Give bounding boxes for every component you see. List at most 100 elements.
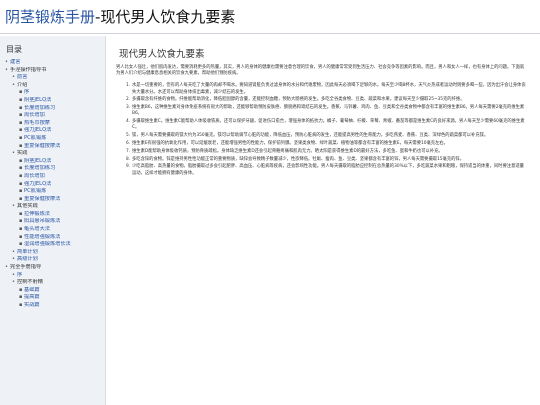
toc-item[interactable]: ▪ 热毛巾按摩 xyxy=(0,120,105,128)
toc-item[interactable]: ▪ 性能增强锻炼法 xyxy=(0,234,105,242)
toc-item[interactable]: • 前言 xyxy=(0,74,105,82)
toc-item[interactable]: ▪ 周长增加 xyxy=(0,173,105,181)
toc-link[interactable]: 高级计划 xyxy=(17,256,38,262)
list-item-text: 维生素D能帮助身体吸收钙质，预防骨质疏松。身体缺乏维生素D还会引起骨骼疼痛和肌肉… xyxy=(132,148,443,154)
list-item-number: 8. xyxy=(126,156,131,162)
list-item-text: 维生素E有很强的抗氧化作用，可以延缓衰老，还能增强男性的性能力，保护前列腺。坚果… xyxy=(132,141,448,146)
toc-label: 其他实践 xyxy=(17,203,38,210)
toc-item: • 实践 xyxy=(0,150,105,158)
list-item-number: 4. xyxy=(126,119,131,125)
toc-link[interactable]: 周长增加 xyxy=(24,112,45,118)
toc-item[interactable]: ▪ 实战篇 xyxy=(0,302,105,310)
toc-link[interactable]: 热毛巾按摩 xyxy=(24,120,50,126)
toc-link[interactable]: 阴茎JELQ法 xyxy=(24,158,51,164)
list-item-number: 2. xyxy=(126,97,131,103)
toc-item[interactable]: ▪ 湿润增强锻炼增长法 xyxy=(0,241,105,249)
toc-item[interactable]: • 建言 xyxy=(0,59,105,67)
toc-link[interactable]: 阳具悬吊锻炼法 xyxy=(24,218,60,224)
list-item: 2. 多摄取含有纤维的食物。纤维能帮助消化，降低胆固醇的含量，还能控制血糖，预防大… xyxy=(126,97,528,103)
toc-item[interactable]: ▪ 阴茎JELQ法 xyxy=(0,158,105,166)
toc-item[interactable]: ▪ 基础篇 xyxy=(0,287,105,295)
list-item: 8. 多吃含锌的食物。锌是维持男性性功能正常的重要物质，缺锌会导致精子数量减少，性… xyxy=(126,157,528,163)
toc-link[interactable]: 重复保健按摩法 xyxy=(24,143,60,149)
toc-link[interactable]: 长度增加练习 xyxy=(24,105,55,111)
toc-link[interactable]: 提高篇 xyxy=(24,294,40,300)
toc-item: • 手淫操作指导书 xyxy=(0,67,105,75)
toc-item[interactable]: • 高级计划 xyxy=(0,256,105,264)
toc-item[interactable]: ▪ 强力JELQ法 xyxy=(0,127,105,135)
list-item-text: 多摄取维生素C。维生素C能帮助人体吸收铁质，还可以保护牙龈，促进伤口愈合，增强身… xyxy=(132,119,525,131)
content-title: 现代男人饮食九要素 xyxy=(119,49,205,60)
toc-link[interactable]: 序 xyxy=(24,89,29,95)
toc-link[interactable]: 序 xyxy=(17,272,22,278)
toc-link[interactable]: 性能增强锻炼法 xyxy=(24,234,60,240)
toc-item[interactable]: ▪ 长度增加练习 xyxy=(0,165,105,173)
toc-label: 控制不射精 xyxy=(17,279,43,286)
toc-item[interactable]: ▪ 长度增加练习 xyxy=(0,105,105,113)
toc-title: 目录 xyxy=(6,45,22,54)
list-item: 3. 维生素B6，这种维生素对身体免疫系统有很大的帮助，还能够帮助预防皮肤癌、膀胱… xyxy=(126,105,528,117)
toc-list: • 建言 • 手淫操作指导书 • 前言 • 介绍 ▪ 序 ▪ 阴茎JELQ法 ▪ 长度增加练习 ▪ 周长增加 ▪… xyxy=(0,59,105,310)
site-name-link[interactable]: 阴茎锻炼手册 xyxy=(5,8,95,26)
toc-label: 手淫操作指导书 xyxy=(10,66,47,73)
site-title: 阴茎锻炼手册-现代男人饮食九要素 xyxy=(5,6,235,27)
toc-link[interactable]: 周长增加 xyxy=(24,173,45,179)
toc-item[interactable]: ▪ 强力JELQ法 xyxy=(0,181,105,189)
toc-link[interactable]: 龟头增大法 xyxy=(24,226,50,232)
toc-label: 介绍 xyxy=(17,81,28,88)
list-item-number: 3. xyxy=(126,105,131,111)
list-item-text: 多摄取含有纤维的食物。纤维能帮助消化，降低胆固醇的含量，还能控制血糖，预防大肠癌… xyxy=(132,97,465,103)
toc-item[interactable]: • 简单计划 xyxy=(0,249,105,257)
toc-link[interactable]: 阴茎JELQ法 xyxy=(24,97,51,103)
toc-link[interactable]: PC肌锻炼 xyxy=(24,188,46,194)
main-content: 现代男人饮食九要素 男人比女人强壮，他们肌肉发达，需要消耗更多的热量，其实，男人… xyxy=(112,40,534,400)
toc-link[interactable]: PC肌锻炼 xyxy=(24,135,46,141)
content-list: 1. 水是一切重要的，但有的人每天吃了大量的肉却不喝水。要知道肾脏负责过滤身体的水… xyxy=(112,83,534,176)
toc-link[interactable]: 长度增加练习 xyxy=(24,165,55,171)
toc-link[interactable]: 基础篇 xyxy=(24,287,40,293)
toc-link[interactable]: 强力JELQ法 xyxy=(24,127,51,133)
toc-item[interactable]: ▪ 重复保健按摩法 xyxy=(0,143,105,151)
list-item-number: 5. xyxy=(126,133,131,139)
toc-link[interactable]: 强力JELQ法 xyxy=(24,181,51,187)
list-item: 4. 多摄取维生素C。维生素C能帮助人体吸收铁质，还可以保护牙龈，促进伤口愈合，增… xyxy=(126,119,528,131)
toc-item[interactable]: ▪ 序 xyxy=(0,89,105,97)
toc-item[interactable]: ▪ PC肌锻炼 xyxy=(0,135,105,143)
toc-sidebar: 目录 • 建言 • 手淫操作指导书 • 前言 • 介绍 ▪ 序 ▪ 阴茎JELQ法 ▪ 长度增加练习 ▪ 周长… xyxy=(0,36,106,405)
toc-link[interactable]: 湿润增强锻炼增长法 xyxy=(24,241,71,247)
list-item-text: 镁，男人每天需要摄取的镁大约为350毫克。镁可以帮助调节心脏的功能，降低血压，预… xyxy=(132,133,489,139)
toc-link[interactable]: 重复保健按摩法 xyxy=(24,196,60,202)
toc-item[interactable]: ▪ 龟头增大法 xyxy=(0,226,105,234)
toc-item[interactable]: ▪ 提高篇 xyxy=(0,294,105,302)
list-item-number: 9. xyxy=(126,164,131,170)
list-item-text: 维生素B6，这种维生素对身体免疫系统有很大的帮助，还能够帮助预防皮肤癌、膀胱癌和… xyxy=(132,105,525,117)
list-item-number: 6. xyxy=(126,141,131,146)
list-item-text: 多吃含锌的食物。锌是维持男性性功能正常的重要物质，缺锌会导致精子数量减少，性欲降… xyxy=(132,156,465,162)
toc-label: 完全手册指导 xyxy=(10,264,42,271)
list-item-text: 少吃高脂肪、高热量的食物。脂肪摄取过多会引起肥胖、高血压、心脏病等疾病，还会影响… xyxy=(132,164,524,176)
toc-item[interactable]: ▪ 重复保健按摩法 xyxy=(0,196,105,204)
toc-link[interactable]: 实战篇 xyxy=(24,302,40,308)
toc-item[interactable]: ▪ 阴茎JELQ法 xyxy=(0,97,105,105)
toc-item[interactable]: ▪ 阳具悬吊锻炼法 xyxy=(0,218,105,226)
toc-item: • 完全手册指导 xyxy=(0,264,105,272)
toc-link[interactable]: 拉伸锻炼法 xyxy=(24,211,50,217)
toc-item[interactable]: • 序 xyxy=(0,272,105,280)
list-item: 6. 维生素E有很强的抗氧化作用，可以延缓衰老，还能增强男性的性能力，保护前列腺。… xyxy=(126,141,528,147)
list-item: 5. 镁，男人每天需要摄取的镁大约为350毫克。镁可以帮助调节心脏的功能，降低血压… xyxy=(126,133,528,139)
list-item-text: 水是一切重要的，但有的人每天吃了大量的肉却不喝水。要知道肾脏负责过滤身体的水分和… xyxy=(132,83,526,95)
header-divider xyxy=(0,33,540,34)
toc-item[interactable]: ▪ 周长增加 xyxy=(0,112,105,120)
toc-link[interactable]: 简单计划 xyxy=(17,249,38,255)
toc-item[interactable]: ▪ 拉伸锻炼法 xyxy=(0,211,105,219)
toc-item: • 其他实践 xyxy=(0,203,105,211)
list-item: 9. 少吃高脂肪、高热量的食物。脂肪摄取过多会引起肥胖、高血压、心脏病等疾病，还会… xyxy=(126,164,528,176)
toc-link[interactable]: 建言 xyxy=(10,59,20,65)
toc-item: • 控制不射精 xyxy=(0,279,105,287)
page-heading: -现代男人饮食九要素 xyxy=(95,8,236,26)
toc-link[interactable]: 前言 xyxy=(17,74,27,80)
list-item-number: 7. xyxy=(126,148,131,154)
toc-item[interactable]: ▪ PC肌锻炼 xyxy=(0,188,105,196)
site-header: 阴茎锻炼手册-现代男人饮食九要素 xyxy=(0,0,540,36)
list-item: 7. 维生素D能帮助身体吸收钙质，预防骨质疏松。身体缺乏维生素D还会引起骨骼疼痛和… xyxy=(126,149,528,155)
